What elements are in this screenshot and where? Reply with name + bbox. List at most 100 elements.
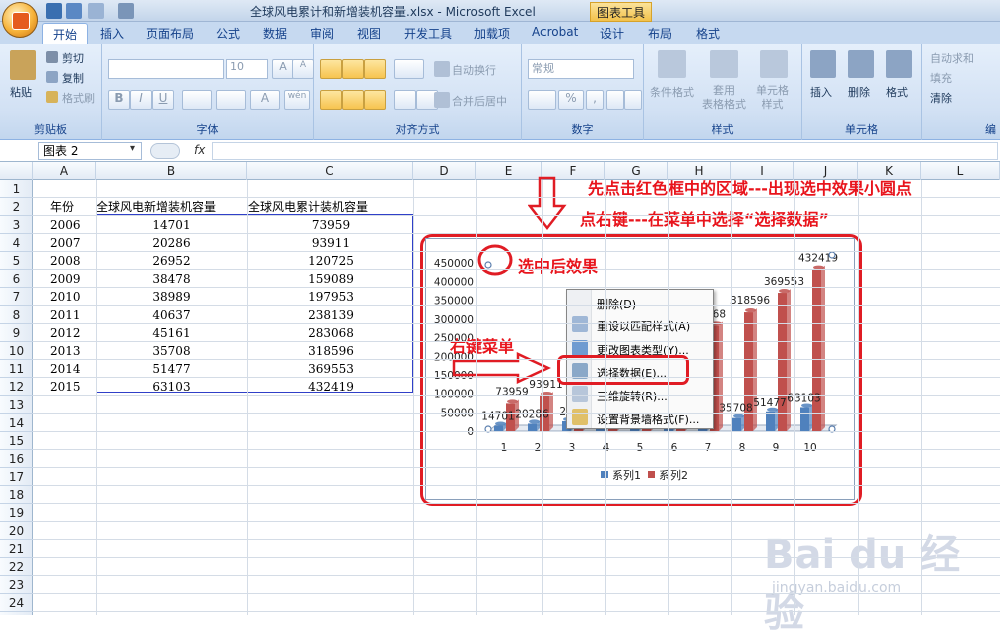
row-header-11[interactable]: 11 [0, 360, 33, 378]
row-header-10[interactable]: 10 [0, 342, 33, 360]
shrink-font-button[interactable]: A [292, 59, 314, 79]
column-header-a[interactable]: A [33, 162, 96, 180]
cell-year[interactable]: 2011 [50, 306, 90, 324]
cell-year[interactable]: 2007 [50, 234, 90, 252]
paste-button[interactable]: 粘贴 [10, 84, 32, 100]
formula-bar-slider[interactable] [150, 143, 180, 159]
cell-year[interactable]: 2013 [50, 342, 90, 360]
formula-input[interactable] [212, 142, 998, 160]
align-right-button[interactable] [364, 90, 386, 110]
select-all-corner[interactable] [0, 162, 33, 180]
number-format-select[interactable]: 常规 [528, 59, 634, 79]
paste-icon[interactable] [10, 50, 36, 80]
font-name-select[interactable] [108, 59, 224, 79]
tab-developer[interactable]: 开发工具 [404, 25, 452, 42]
row-header-5[interactable]: 5 [0, 252, 33, 270]
row-header-12[interactable]: 12 [0, 378, 33, 396]
row-header-1[interactable]: 1 [0, 180, 33, 198]
tab-view[interactable]: 视图 [357, 25, 381, 42]
merge-center-button[interactable]: 合并后居中 [452, 93, 507, 109]
align-top-button[interactable] [320, 59, 342, 79]
fill-button[interactable]: 填充 [930, 70, 952, 86]
column-header-b[interactable]: B [96, 162, 247, 180]
align-center-button[interactable] [342, 90, 364, 110]
row-header-17[interactable]: 17 [0, 468, 33, 486]
row-header-21[interactable]: 21 [0, 540, 33, 558]
save-icon[interactable] [46, 3, 62, 19]
copy-button[interactable]: 复制 [62, 70, 84, 86]
cell-year[interactable]: 2015 [50, 378, 90, 396]
italic-button[interactable]: I [130, 90, 152, 110]
orientation-button[interactable] [394, 59, 424, 79]
tab-chart-layout[interactable]: 布局 [648, 25, 672, 42]
row-header-19[interactable]: 19 [0, 504, 33, 522]
column-header-l[interactable]: L [921, 162, 1000, 180]
increase-decimal-button[interactable] [606, 90, 624, 110]
row-header-18[interactable]: 18 [0, 486, 33, 504]
phonetic-button[interactable]: wén [284, 90, 310, 110]
insert-function-icon[interactable]: fx [194, 143, 205, 157]
tab-formulas[interactable]: 公式 [216, 25, 240, 42]
column-header-c[interactable]: C [247, 162, 413, 180]
cell-year[interactable]: 2012 [50, 324, 90, 342]
underline-button[interactable]: U [152, 90, 174, 110]
conditional-format-button[interactable]: 条件格式 [650, 84, 694, 100]
row-header-22[interactable]: 22 [0, 558, 33, 576]
row-header-6[interactable]: 6 [0, 270, 33, 288]
row-header-7[interactable]: 7 [0, 288, 33, 306]
name-box[interactable]: 图表 2 [38, 142, 142, 160]
cut-button[interactable]: 剪切 [62, 50, 84, 66]
menu-item-delete[interactable]: 删除(D) [597, 296, 636, 312]
align-middle-button[interactable] [342, 59, 364, 79]
row-header-4[interactable]: 4 [0, 234, 33, 252]
currency-button[interactable] [528, 90, 556, 110]
fill-color-button[interactable] [216, 90, 246, 110]
delete-cells-button[interactable]: 删除 [848, 84, 870, 100]
cell-year[interactable]: 2010 [50, 288, 90, 306]
cell-year[interactable]: 2014 [50, 360, 90, 378]
font-color-button[interactable]: A [250, 90, 280, 110]
column-header-d[interactable]: D [413, 162, 476, 180]
clear-button[interactable]: 清除 [930, 90, 952, 106]
row-header-20[interactable]: 20 [0, 522, 33, 540]
tab-home[interactable]: 开始 [42, 23, 89, 44]
office-button[interactable] [2, 2, 38, 38]
comma-button[interactable]: , [586, 90, 604, 110]
wrap-text-button[interactable]: 自动换行 [452, 62, 496, 78]
tab-review[interactable]: 审阅 [310, 25, 334, 42]
redo-icon[interactable] [88, 3, 104, 19]
print-preview-icon[interactable] [118, 3, 134, 19]
name-box-dropdown-icon[interactable]: ▾ [130, 143, 135, 154]
decrease-indent-button[interactable] [394, 90, 416, 110]
cell-year[interactable]: 2008 [50, 252, 90, 270]
tab-insert[interactable]: 插入 [100, 25, 124, 42]
grow-font-button[interactable]: A [272, 59, 294, 79]
percent-button[interactable]: % [558, 90, 584, 110]
row-header-15[interactable]: 15 [0, 432, 33, 450]
decrease-decimal-button[interactable] [624, 90, 642, 110]
format-painter-button[interactable]: 格式刷 [62, 90, 95, 106]
row-header-3[interactable]: 3 [0, 216, 33, 234]
tab-chart-format[interactable]: 格式 [696, 25, 720, 42]
tab-page-layout[interactable]: 页面布局 [146, 25, 194, 42]
row-header-14[interactable]: 14 [0, 414, 33, 432]
align-left-button[interactable] [320, 90, 342, 110]
autosum-button[interactable]: 自动求和 [930, 50, 974, 66]
tab-addins[interactable]: 加载项 [474, 25, 510, 42]
borders-button[interactable] [182, 90, 212, 110]
menu-item-reset-style[interactable]: 重设以匹配样式(A) [597, 318, 690, 334]
tab-chart-design[interactable]: 设计 [600, 25, 624, 42]
row-header-24[interactable]: 24 [0, 594, 33, 612]
undo-icon[interactable] [66, 3, 82, 19]
tab-data[interactable]: 数据 [263, 25, 287, 42]
row-header-13[interactable]: 13 [0, 396, 33, 414]
tab-acrobat[interactable]: Acrobat [532, 25, 578, 39]
row-header-2[interactable]: 2 [0, 198, 33, 216]
row-header-23[interactable]: 23 [0, 576, 33, 594]
menu-item-3d-rotation[interactable]: 三维旋转(R)... [597, 388, 668, 404]
table-format-button[interactable]: 套用 表格格式 [702, 84, 746, 112]
format-cells-button[interactable]: 格式 [886, 84, 908, 100]
cell-styles-button[interactable]: 单元格 样式 [756, 84, 789, 112]
row-header-16[interactable]: 16 [0, 450, 33, 468]
font-size-select[interactable]: 10 [226, 59, 268, 79]
